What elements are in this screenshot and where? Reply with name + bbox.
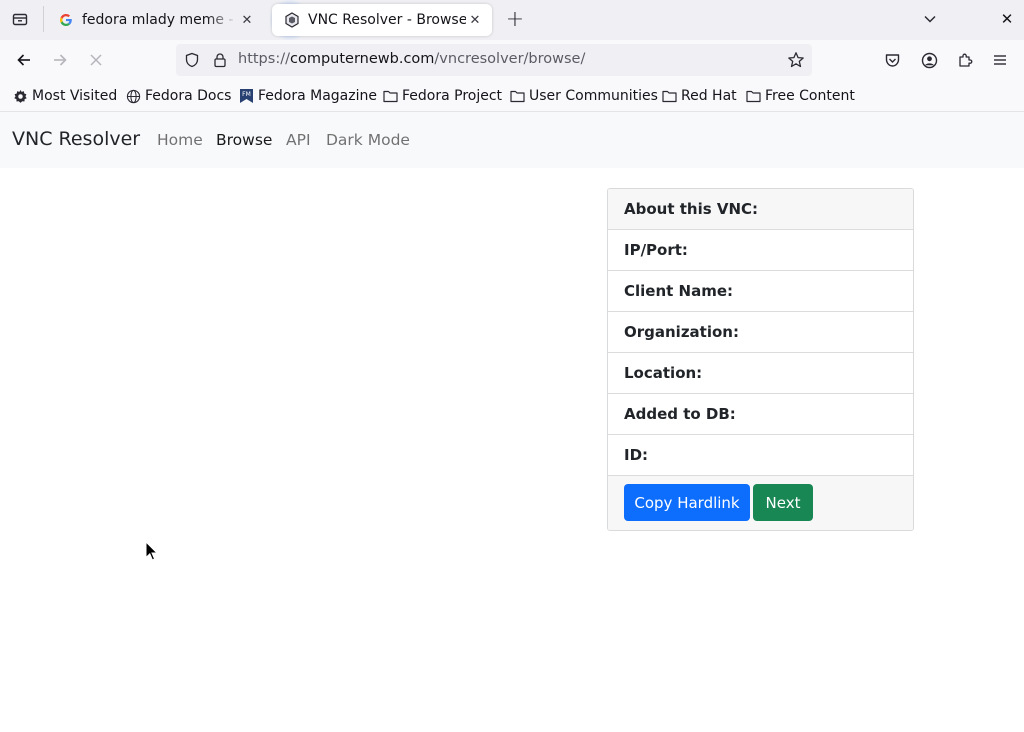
bookmark-folder-red-hat[interactable]: Red Hat [661,86,737,106]
tab-list-button[interactable] [6,6,34,32]
card-footer: Copy Hardlink Next [608,476,913,530]
info-row-location: Location: [608,353,913,394]
site-navbar [0,112,1024,168]
bookmark-label: Fedora Magazine [258,88,377,104]
info-row-id: ID: [608,435,913,476]
arrow-left-icon [17,54,30,66]
tab-list-icon [12,13,28,26]
bookmark-star-button[interactable] [786,50,806,70]
chevron-down-icon [924,15,936,23]
info-label: ID: [624,446,649,464]
pocket-button[interactable] [882,50,902,70]
puzzle-piece-icon [958,53,972,67]
url-text[interactable]: https://computernewb.com/vncresolver/bro… [238,51,585,67]
info-row-ip-port: IP/Port: [608,230,913,271]
bookmark-fedora-docs[interactable]: Fedora Docs [125,86,231,106]
bookmark-folder-fedora-project[interactable]: Fedora Project [382,86,502,106]
bookmark-label: Red Hat [681,88,737,104]
url-path: /vncresolver/browse/ [434,51,586,67]
bookmark-label: Most Visited [32,88,118,104]
info-label: Location: [624,364,703,382]
info-row-added-to-db: Added to DB: [608,394,913,435]
bookmark-label: Fedora Project [402,88,503,104]
app-menu-button[interactable] [990,50,1010,70]
folder-icon [382,88,398,104]
mouse-pointer-icon [145,541,159,561]
bookmark-folder-free-content[interactable]: Free Content [745,86,855,106]
vnc-resolver-icon [284,12,300,28]
nav-link-browse[interactable]: Browse [216,131,272,149]
bookmark-label: User Communities [529,88,658,104]
info-label: Client Name: [624,282,734,300]
card-header-title: About this VNC: [624,200,759,218]
pocket-icon [885,53,899,67]
tab-google-search[interactable]: fedora mlady meme - Google Search ✕ [46,4,264,36]
card-header: About this VNC: [608,189,913,230]
extensions-button[interactable] [955,50,975,70]
fedora-magazine-icon: FM [238,88,254,104]
hamburger-menu-icon [994,55,1006,65]
url-host: computernewb.com [289,51,435,67]
forward-button[interactable] [46,46,74,74]
bookmark-folder-user-communities[interactable]: User Communities [509,86,658,106]
close-tab-icon[interactable]: ✕ [238,11,256,29]
back-button[interactable] [10,46,38,74]
stop-button[interactable] [82,46,110,74]
globe-icon [125,88,141,104]
gear-icon [12,88,28,104]
account-icon [921,52,937,68]
info-label: IP/Port: [624,241,688,259]
list-all-tabs-button[interactable] [916,6,944,32]
nav-link-dark-mode[interactable]: Dark Mode [326,131,410,149]
info-label: Added to DB: [624,405,736,423]
bookmark-label: Fedora Docs [145,88,232,104]
tab-title: VNC Resolver - Browse [308,12,466,28]
bookmark-label: Free Content [765,88,855,104]
folder-icon [509,88,525,104]
svg-text:FM: FM [242,91,251,98]
nav-link-home[interactable]: Home [157,131,203,149]
folder-icon [745,88,761,104]
vnc-info-card: About this VNC: IP/Port: Client Name: Or… [607,188,914,531]
stop-loading-icon [90,54,102,66]
star-icon [788,52,804,68]
arrow-right-icon [54,54,67,66]
padlock-icon[interactable] [212,52,228,68]
tab-vnc-resolver[interactable]: VNC Resolver - Browse ✕ [272,4,492,36]
tab-title: fedora mlady meme - Google Search [82,12,238,28]
info-label: Organization: [624,323,739,341]
window-close-button[interactable]: ✕ [994,6,1020,32]
plus-icon: + [505,6,525,32]
tracking-protection-shield-icon[interactable] [184,52,200,68]
close-tab-icon[interactable]: ✕ [466,11,484,29]
bookmark-most-visited[interactable]: Most Visited [12,86,117,106]
account-button[interactable] [919,50,939,70]
url-scheme: https:// [238,51,290,67]
info-row-organization: Organization: [608,312,913,353]
tab-divider [43,6,44,32]
folder-icon [661,88,677,104]
new-tab-button[interactable]: + [502,6,528,32]
nav-link-api[interactable]: API [286,131,311,149]
info-row-client-name: Client Name: [608,271,913,312]
next-button[interactable]: Next [753,484,813,521]
close-icon: ✕ [1000,10,1014,28]
bookmark-fedora-magazine[interactable]: FM Fedora Magazine [238,86,377,106]
copy-hardlink-button[interactable]: Copy Hardlink [624,484,750,521]
google-g-icon [58,12,74,28]
site-brand[interactable]: VNC Resolver [12,128,140,150]
